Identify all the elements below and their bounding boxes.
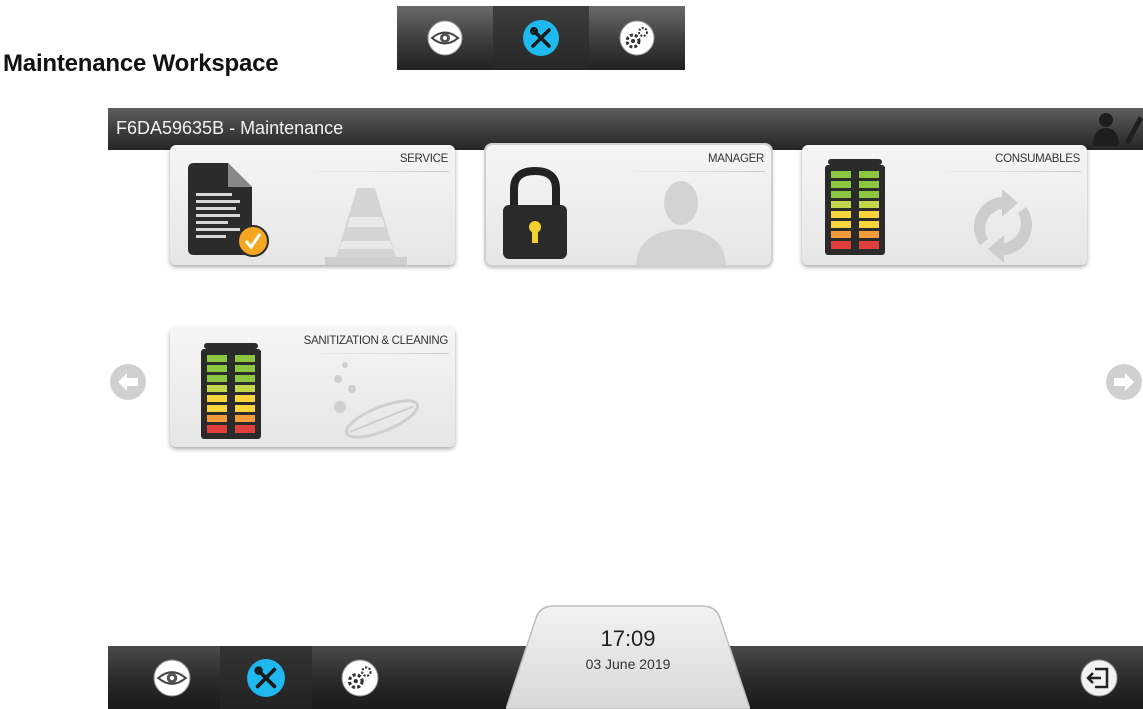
user-icon[interactable]: [1093, 110, 1119, 146]
tile-service[interactable]: SERVICE: [170, 145, 455, 265]
tile-label: SANITIZATION & CLEANING: [303, 335, 449, 347]
tile-label: CONSUMABLES: [995, 153, 1080, 165]
header-title: F6DA59635B - Maintenance: [116, 118, 344, 138]
page-title: Maintenance Workspace: [3, 50, 279, 77]
clock-time: 17:09: [600, 626, 656, 651]
edit-pencil-icon[interactable]: [1121, 110, 1143, 146]
legend-view-button: [397, 6, 493, 70]
tools-icon: [247, 658, 285, 697]
footer-maintenance-button[interactable]: [220, 646, 312, 709]
eye-icon: [427, 20, 463, 56]
settings-gears-icon: [341, 659, 379, 696]
service-document-icon: [188, 163, 269, 257]
eye-icon: [153, 659, 191, 696]
level-gauge-icon: [201, 343, 261, 439]
settings-gears-icon: [619, 20, 655, 56]
arrow-left-icon[interactable]: [108, 362, 148, 402]
mode-legend-bar: [397, 6, 693, 70]
clock-panel: 17:09 03 June 2019: [506, 604, 750, 709]
footer-settings-button[interactable]: [314, 646, 406, 709]
logout-icon: [1080, 659, 1118, 696]
person-silhouette-icon: [636, 181, 726, 265]
logout-button[interactable]: [1053, 646, 1143, 709]
tile-label: SERVICE: [399, 153, 448, 165]
footer-view-button[interactable]: [126, 646, 218, 709]
tile-label: MANAGER: [707, 153, 764, 165]
maintenance-screen: F6DA59635B - Maintenance SERVICE MANAGER…: [108, 108, 1143, 709]
legend-maintenance-button: [493, 6, 589, 70]
level-gauge-icon: [825, 159, 885, 255]
cleaning-tablet-icon: [334, 362, 420, 439]
padlock-icon: [503, 166, 567, 259]
tools-icon: [523, 20, 559, 56]
legend-settings-button: [589, 6, 685, 70]
traffic-cone-icon: [325, 188, 407, 265]
header-icons: [1093, 110, 1143, 146]
arrow-right-icon[interactable]: [1104, 362, 1143, 402]
tile-consumables[interactable]: CONSUMABLES: [802, 145, 1087, 265]
tile-sanitization-cleaning[interactable]: SANITIZATION & CLEANING: [170, 327, 455, 447]
refresh-cycle-icon: [973, 189, 1033, 263]
screen-header: F6DA59635B - Maintenance: [108, 108, 1143, 150]
tile-manager[interactable]: MANAGER: [486, 145, 771, 265]
clock-date: 03 June 2019: [585, 656, 671, 672]
